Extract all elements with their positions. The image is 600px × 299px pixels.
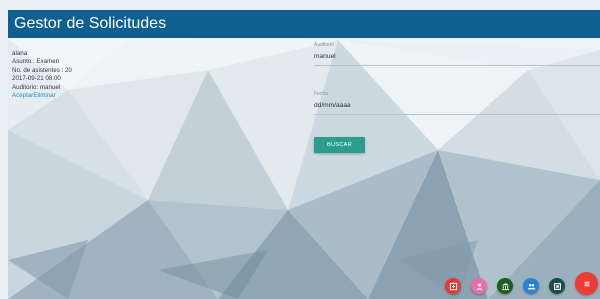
add-request-button[interactable] (445, 278, 461, 294)
calendar-button[interactable] (549, 278, 565, 294)
person-icon (476, 282, 482, 290)
request-actions: AceptarEliminar (12, 92, 72, 100)
request-attendees: No. de asistentes : 20 (12, 66, 72, 74)
date-field[interactable]: Fecha dd/mm/aaaa (314, 91, 600, 115)
square-icon (553, 282, 561, 290)
auditorium-field-underline (314, 65, 600, 66)
auditorium-field-label: Auditorio (314, 42, 334, 48)
app-frame: Gestor de Solicitudes alana Asunto : Exa… (8, 10, 600, 299)
auditoriums-button[interactable] (497, 278, 513, 294)
auditorium-field-value[interactable]: manuel (314, 52, 600, 61)
auditorium-field[interactable]: Auditorio manuel (314, 42, 600, 66)
group-icon (527, 283, 535, 289)
add-box-icon (449, 282, 457, 290)
date-field-value[interactable]: dd/mm/aaaa (314, 101, 600, 110)
delete-link[interactable]: Eliminar (33, 92, 55, 99)
groups-button[interactable] (523, 278, 539, 294)
page-title: Gestor de Solicitudes (14, 15, 167, 32)
request-auditorium: Auditorio: manuel (12, 83, 61, 91)
request-datetime: 2017-09-21 08:00 (12, 75, 61, 83)
bank-icon (501, 282, 509, 290)
request-subject: Asunto : Examen (12, 58, 60, 66)
user-button[interactable] (471, 278, 487, 294)
app-header: Gestor de Solicitudes (8, 10, 600, 38)
accept-link[interactable]: Aceptar (12, 92, 33, 99)
main-menu-button[interactable] (575, 272, 598, 295)
date-field-label: Fecha (314, 91, 328, 97)
date-field-underline (314, 114, 600, 115)
menu-icon (584, 281, 589, 286)
search-button[interactable]: BUSCAR (314, 137, 365, 153)
request-user: alana (12, 50, 28, 57)
request-card: alana Asunto : Examen No. de asistentes … (12, 50, 72, 100)
